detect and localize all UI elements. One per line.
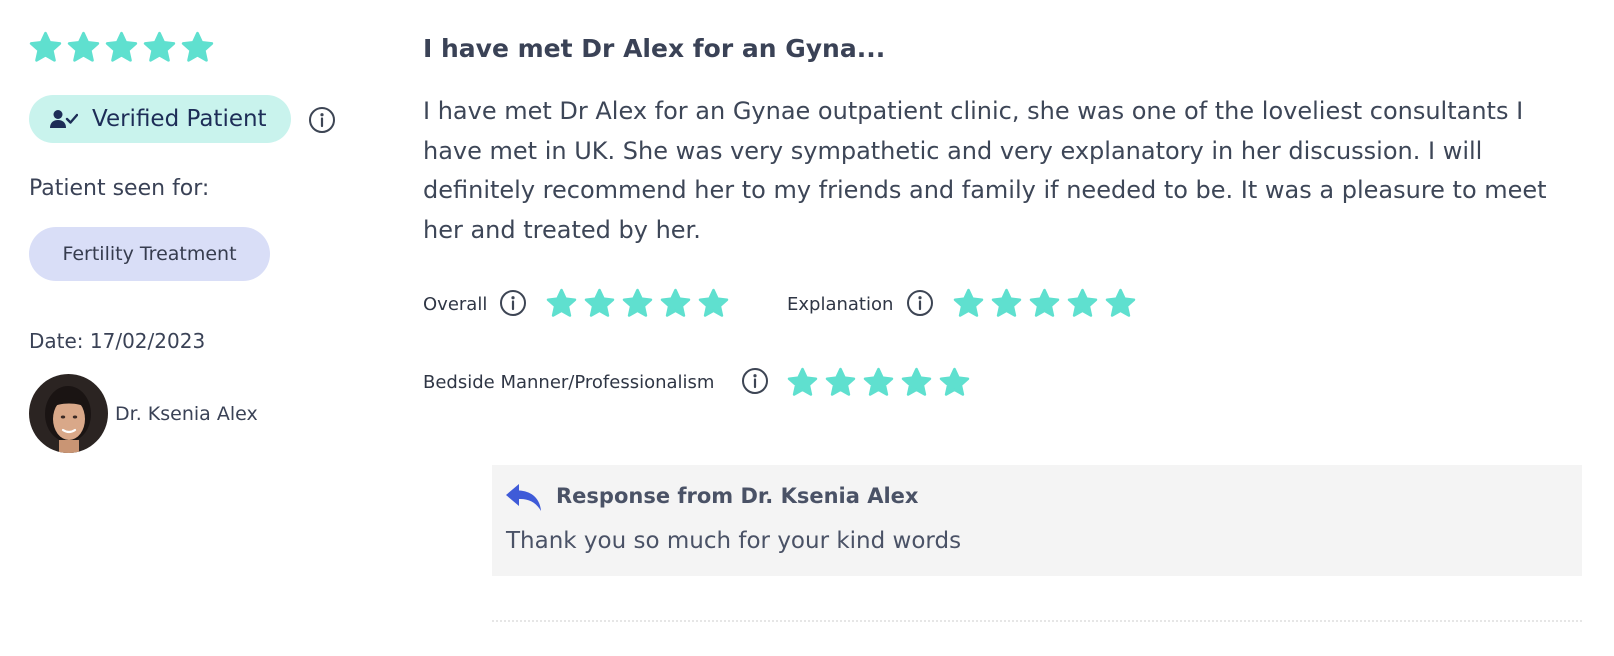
star-icon (939, 367, 970, 396)
star-icon (787, 367, 818, 396)
review-body: I have met Dr Alex for an Gynae outpatie… (423, 97, 1547, 244)
user-check-icon (50, 110, 78, 128)
review-title: I have met Dr Alex for an Gyna... (423, 34, 886, 63)
star-icon (953, 288, 984, 317)
rating-label-overall: Overall (423, 294, 488, 315)
overall-star-rating (29, 31, 219, 64)
star-icon (584, 288, 615, 317)
star-icon (105, 31, 138, 62)
star-icon (825, 367, 856, 396)
rating-stars-bedside-manner (787, 367, 977, 398)
patient-seen-for-label: Patient seen for: (29, 176, 210, 201)
response-title: Response from Dr. Ksenia Alex (556, 484, 919, 508)
star-icon (67, 31, 100, 62)
review-date: Date: 17/02/2023 (29, 329, 206, 353)
star-icon (660, 288, 691, 317)
star-icon (901, 367, 932, 396)
response-text: Thank you so much for your kind words (506, 528, 962, 554)
star-icon (1029, 288, 1060, 317)
star-icon (143, 31, 176, 62)
divider (492, 620, 1582, 622)
star-icon (181, 31, 214, 62)
reply-arrow-icon (506, 484, 541, 511)
rating-stars-explanation (953, 288, 1143, 319)
treatment-tag: Fertility Treatment (29, 227, 270, 281)
rating-label-explanation: Explanation (787, 294, 894, 315)
info-icon[interactable] (906, 289, 934, 317)
star-icon (698, 288, 729, 317)
star-icon (29, 31, 62, 62)
verified-patient-label: Verified Patient (92, 106, 267, 132)
star-icon (991, 288, 1022, 317)
star-icon (1067, 288, 1098, 317)
avatar (29, 374, 108, 453)
doctor-name[interactable]: Dr. Ksenia Alex (115, 403, 258, 425)
rating-stars-overall (546, 288, 736, 319)
info-icon[interactable] (499, 289, 527, 317)
star-icon (863, 367, 894, 396)
star-icon (546, 288, 577, 317)
info-icon[interactable] (308, 106, 336, 134)
info-icon[interactable] (741, 367, 769, 395)
star-icon (622, 288, 653, 317)
star-icon (1105, 288, 1136, 317)
verified-patient-badge: Verified Patient (29, 95, 291, 143)
rating-label-bedside-manner: Bedside Manner/Professionalism (423, 372, 715, 393)
doctor-response-panel (492, 465, 1582, 576)
